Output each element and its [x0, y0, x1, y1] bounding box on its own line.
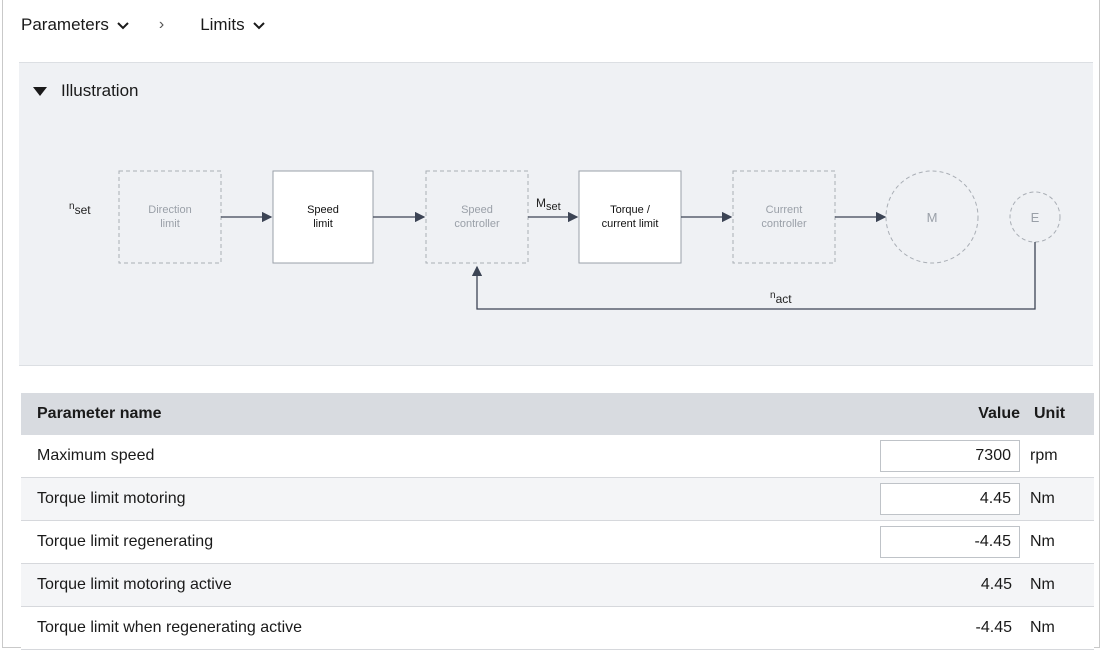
limits-page: Parameters › Limits Illustration nset Di…	[2, 0, 1100, 650]
param-name: Torque limit motoring	[21, 477, 820, 521]
param-unit: rpm	[1020, 435, 1094, 478]
svg-text:limit: limit	[313, 218, 333, 230]
control-block-diagram: nset Direction limit Speed limit Speed c…	[69, 170, 1061, 310]
table-row: Torque limit when regenerating active -4…	[21, 606, 1094, 650]
svg-text:Speed: Speed	[307, 204, 339, 216]
param-value-cell	[820, 520, 1020, 564]
param-unit: Nm	[1020, 563, 1094, 607]
breadcrumb-limits[interactable]: Limits	[200, 15, 265, 35]
table-header-row: Parameter name Value Unit	[21, 393, 1094, 435]
column-header-value: Value	[820, 393, 1020, 435]
direction-limit-block: Direction limit	[118, 170, 222, 264]
breadcrumb: Parameters › Limits	[3, 0, 1099, 50]
param-unit: Nm	[1020, 520, 1094, 564]
param-unit: Nm	[1020, 477, 1094, 521]
chevron-down-icon	[117, 15, 129, 35]
param-value-cell: 4.45	[820, 563, 1020, 607]
table-row: Maximum speed rpm	[21, 435, 1094, 478]
breadcrumb-limits-label: Limits	[200, 15, 245, 34]
torque-limit-motoring-input[interactable]	[880, 483, 1020, 515]
motor-symbol: M	[885, 170, 979, 264]
torque-current-limit-block: Torque / current limit	[578, 170, 682, 264]
param-name: Torque limit when regenerating active	[21, 606, 820, 650]
svg-text:controller: controller	[761, 218, 807, 230]
svg-text:M: M	[927, 210, 938, 225]
breadcrumb-parameters-label: Parameters	[21, 15, 109, 34]
table-row: Torque limit regenerating Nm	[21, 520, 1094, 564]
param-value-cell	[820, 477, 1020, 521]
svg-text:controller: controller	[454, 218, 500, 230]
svg-text:Current: Current	[766, 204, 803, 216]
speed-controller-block: Speed controller	[425, 170, 529, 264]
param-unit: Nm	[1020, 606, 1094, 650]
nact-label: nact	[770, 290, 792, 307]
param-value-cell	[820, 435, 1020, 478]
chevron-down-icon	[252, 15, 265, 35]
illustration-panel: Illustration nset Direction limit Speed …	[19, 62, 1093, 366]
table-row: Torque limit motoring active 4.45 Nm	[21, 563, 1094, 607]
param-value-cell: -4.45	[820, 606, 1020, 650]
nset-label: nset	[69, 201, 91, 218]
breadcrumb-parameters[interactable]: Parameters	[21, 15, 129, 35]
maximum-speed-input[interactable]	[880, 440, 1020, 472]
param-value-readonly: 4.45	[980, 576, 1012, 593]
table-row: Torque limit motoring Nm	[21, 477, 1094, 521]
current-controller-block: Current controller	[732, 170, 836, 264]
breadcrumb-separator: ›	[158, 16, 165, 33]
svg-text:limit: limit	[160, 218, 180, 230]
param-name: Maximum speed	[21, 435, 820, 478]
svg-text:current limit: current limit	[602, 218, 659, 230]
svg-text:Speed: Speed	[461, 204, 493, 216]
svg-text:Direction: Direction	[148, 204, 191, 216]
torque-limit-regenerating-input[interactable]	[880, 526, 1020, 558]
encoder-symbol: E	[1009, 191, 1061, 243]
svg-text:E: E	[1031, 210, 1040, 225]
param-name: Torque limit regenerating	[21, 520, 820, 564]
svg-text:Torque /: Torque /	[610, 204, 651, 216]
speed-limit-block: Speed limit	[272, 170, 374, 264]
mset-label: Mset	[536, 196, 561, 213]
param-name: Torque limit motoring active	[21, 563, 820, 607]
column-header-name: Parameter name	[21, 393, 820, 435]
feedback-arrow	[471, 242, 1036, 310]
column-header-unit: Unit	[1020, 393, 1094, 435]
parameter-table: Parameter name Value Unit Maximum speed …	[21, 393, 1094, 650]
param-value-readonly: -4.45	[975, 619, 1012, 636]
